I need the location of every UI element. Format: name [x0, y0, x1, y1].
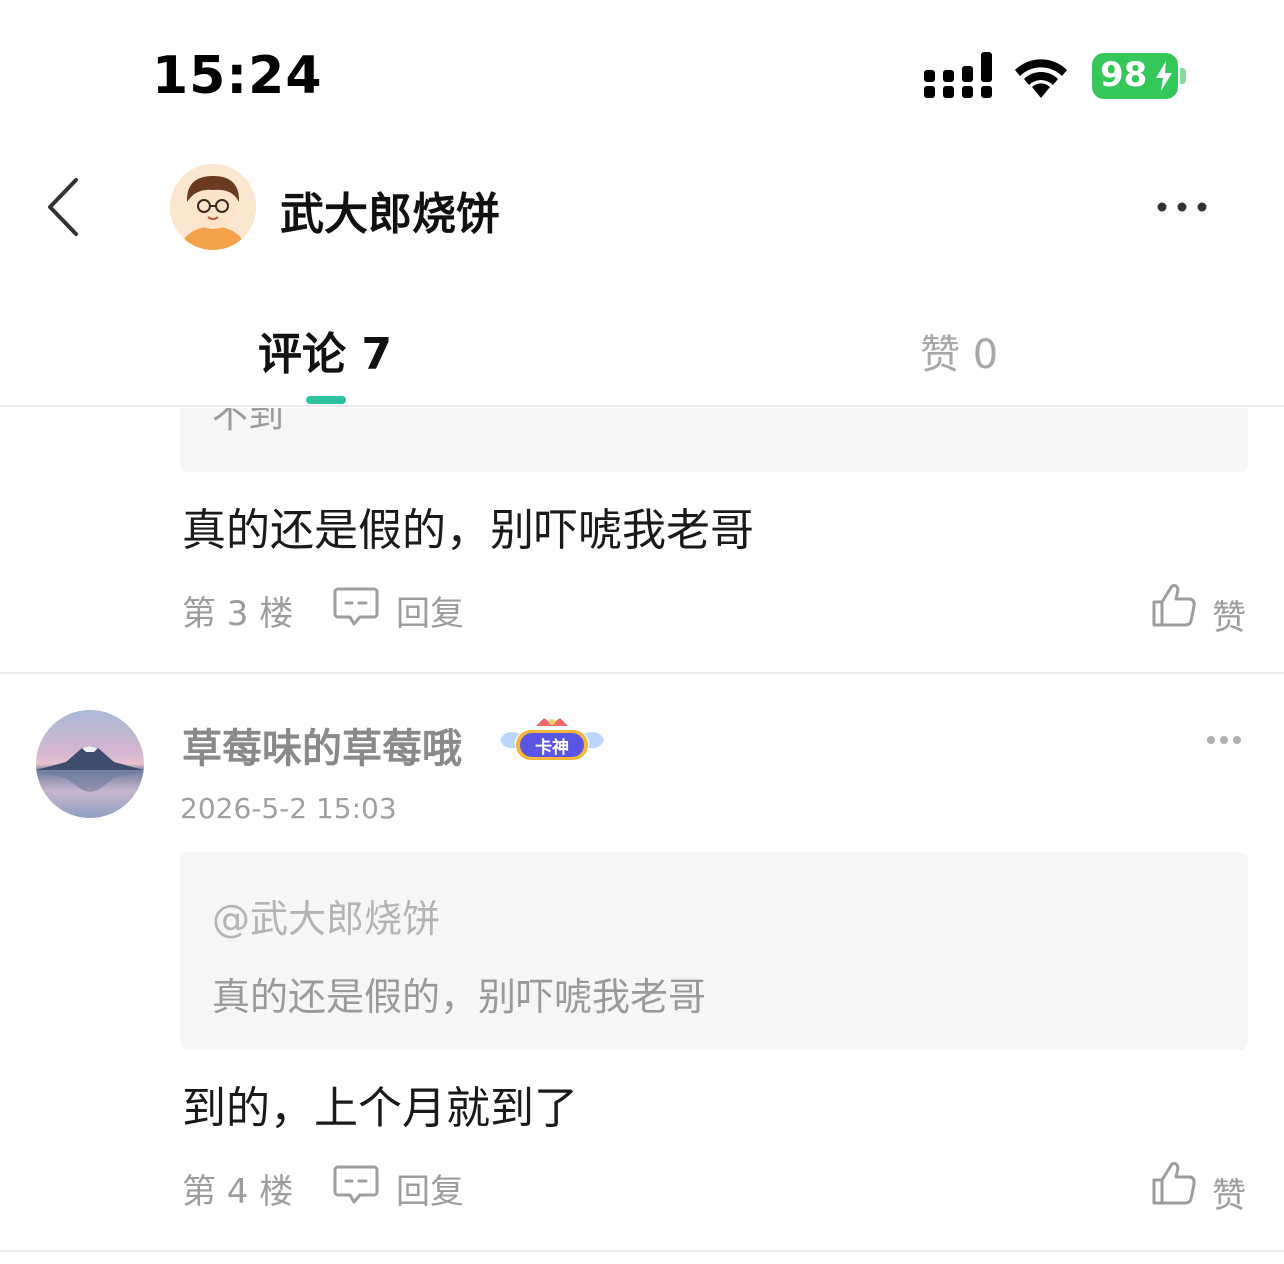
quoted-comment[interactable]: 不到	[180, 408, 1248, 472]
floor-label: 第 4 楼	[182, 1172, 294, 1212]
comment-author[interactable]: 草莓味的草莓哦	[182, 716, 462, 774]
tab-divider	[0, 405, 1284, 407]
user-avatar[interactable]	[36, 710, 144, 818]
thumbs-up-icon[interactable]	[1150, 1160, 1198, 1206]
comment-text: 真的还是假的，别吓唬我老哥	[182, 505, 754, 556]
wifi-icon	[1015, 59, 1067, 98]
tab-likes[interactable]: 赞 0	[920, 322, 998, 380]
quoted-comment-text: 不到	[212, 408, 285, 436]
battery-level: 98	[1100, 55, 1148, 95]
back-chevron-icon[interactable]	[44, 176, 84, 238]
quoted-comment[interactable]: @武大郎烧饼 真的还是假的，别吓唬我老哥	[180, 852, 1248, 1050]
quoted-author[interactable]: @武大郎烧饼	[212, 888, 440, 943]
reply-icon[interactable]	[332, 1164, 380, 1206]
badge-label: 卡神	[535, 737, 569, 758]
tab-comments[interactable]: 评论 7	[258, 318, 392, 382]
header-avatar[interactable]	[170, 164, 256, 250]
quoted-comment-text: 真的还是假的，别吓唬我老哥	[212, 975, 707, 1019]
comment-timestamp: 2026-5-2 15:03	[180, 792, 397, 825]
floor-label: 第 3 楼	[182, 594, 294, 634]
reply-icon[interactable]	[332, 586, 380, 628]
battery-indicator: 98	[1092, 53, 1188, 99]
comment-divider	[0, 672, 1284, 674]
thumbs-up-icon[interactable]	[1150, 582, 1198, 628]
like-button[interactable]: 赞	[1212, 1168, 1246, 1217]
cellular-signal-icon	[924, 52, 992, 98]
reply-button[interactable]: 回复	[396, 586, 464, 635]
like-button[interactable]: 赞	[1212, 590, 1246, 639]
active-tab-indicator	[306, 396, 346, 404]
comment-divider	[0, 1250, 1284, 1252]
charging-bolt-icon	[1156, 61, 1172, 91]
status-time: 15:24	[152, 46, 323, 106]
comment-more-icon[interactable]	[1206, 734, 1242, 746]
page-title: 武大郎烧饼	[280, 189, 500, 240]
comment-text: 到的，上个月就到了	[182, 1083, 578, 1134]
reply-button[interactable]: 回复	[396, 1164, 464, 1213]
more-options-icon[interactable]	[1156, 198, 1208, 216]
